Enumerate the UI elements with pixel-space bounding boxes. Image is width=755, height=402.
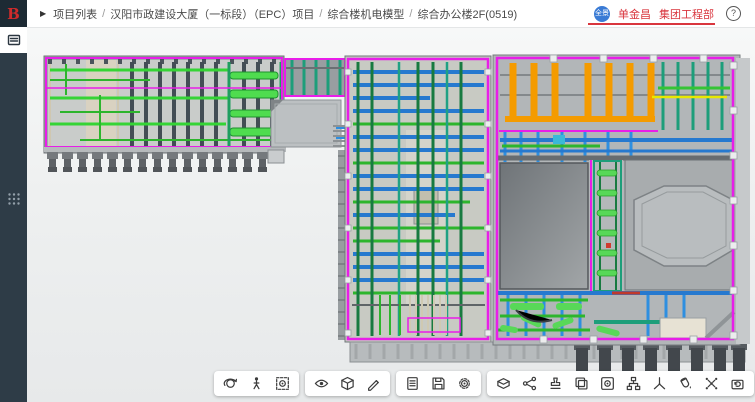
explode-button[interactable] (702, 375, 721, 392)
paint-bucket-button[interactable] (676, 375, 695, 392)
model-riser-strip (589, 160, 623, 292)
copy-icon (574, 376, 589, 391)
model-middle-strip (338, 56, 491, 342)
breadcrumb-separator: / (102, 8, 105, 20)
box-3d-icon (340, 376, 355, 391)
bim-viewer-app: ▶ 项目列表 / 汉阳市政建设大厦（一标段）（EPC）项目 / 综合楼机电模型 … (0, 0, 755, 402)
hierarchy-tree-icon (626, 376, 641, 391)
axes-button[interactable] (650, 375, 669, 392)
left-sidebar: B (0, 0, 27, 402)
view-eye-button[interactable] (312, 375, 331, 392)
region-settings-icon (275, 376, 290, 391)
stamp-button[interactable] (546, 375, 565, 392)
breadcrumb: ▶ 项目列表 / 汉阳市政建设大厦（一标段）（EPC）项目 / 综合楼机电模型 … (40, 6, 517, 22)
help-icon[interactable]: ? (726, 6, 741, 21)
user-name-link[interactable]: 单金昌 (618, 6, 651, 22)
model-connector-corridor (284, 58, 345, 97)
view-eye-icon (314, 376, 329, 391)
model-right-opening (625, 160, 734, 290)
axes-icon (652, 376, 667, 391)
save-icon (431, 376, 446, 391)
save-button[interactable] (429, 375, 448, 392)
viewer-toolbar (214, 371, 754, 396)
document-icon (405, 376, 420, 391)
apps-grid-icon (6, 191, 22, 207)
box-3d-button[interactable] (338, 375, 357, 392)
user-department-link[interactable]: 集团工程部 (659, 6, 714, 22)
region-settings-button[interactable] (273, 375, 292, 392)
measure-pencil-button[interactable] (364, 375, 383, 392)
sidebar-item-apps[interactable] (0, 186, 27, 212)
model-left-wing (44, 56, 286, 172)
breadcrumb-arrow-icon: ▶ (40, 9, 46, 18)
model-box-icon (496, 376, 511, 391)
copy-button[interactable] (572, 375, 591, 392)
model-box-button[interactable] (494, 375, 513, 392)
settings-gear-button[interactable] (455, 375, 474, 392)
breadcrumb-item-model[interactable]: 综合楼机电模型 (327, 6, 404, 22)
paint-bucket-icon (678, 376, 693, 391)
breadcrumb-item-projects[interactable]: 项目列表 (53, 6, 97, 22)
sidebar-item-project-model[interactable] (0, 27, 27, 53)
breadcrumb-item-project[interactable]: 汉阳市政建设大厦（一标段）（EPC）项目 (110, 6, 314, 22)
walk-mode-button[interactable] (247, 375, 266, 392)
orbit-rotate-button[interactable] (221, 375, 240, 392)
settings-gear-icon (457, 376, 472, 391)
panorama-badge[interactable]: 全景 (594, 6, 610, 22)
model-bottom-slab (350, 342, 747, 372)
focus-frame-icon (600, 376, 615, 391)
hierarchy-tree-button[interactable] (624, 375, 643, 392)
breadcrumb-separator: / (409, 8, 412, 20)
toolbar-group-navigation (214, 371, 299, 396)
toolbar-group-tools (487, 371, 754, 396)
breadcrumb-item-floor[interactable]: 综合办公楼2F(0519) (417, 6, 517, 22)
user-underline (588, 23, 715, 25)
share-button[interactable] (520, 375, 539, 392)
toolbar-group-file (396, 371, 481, 396)
app-logo[interactable]: B (0, 0, 27, 27)
document-button[interactable] (403, 375, 422, 392)
project-model-icon (6, 32, 22, 48)
toolbar-group-view (305, 371, 390, 396)
share-icon (522, 376, 537, 391)
measure-pencil-icon (366, 376, 381, 391)
walk-mode-icon (249, 376, 264, 391)
breadcrumb-separator: / (319, 8, 322, 20)
top-header: ▶ 项目列表 / 汉阳市政建设大厦（一标段）（EPC）项目 / 综合楼机电模型 … (0, 0, 755, 28)
reset-view-icon (730, 376, 745, 391)
stamp-icon (548, 376, 563, 391)
reset-view-button[interactable] (728, 375, 747, 392)
model-right-block (493, 55, 750, 345)
focus-frame-button[interactable] (598, 375, 617, 392)
explode-icon (704, 376, 719, 391)
model-canvas[interactable] (0, 0, 755, 402)
header-user-area: 全景 单金昌 集团工程部 ? (594, 0, 741, 27)
model-stair-block (271, 100, 345, 147)
orbit-rotate-icon (223, 376, 238, 391)
model-left-opening (500, 163, 588, 289)
